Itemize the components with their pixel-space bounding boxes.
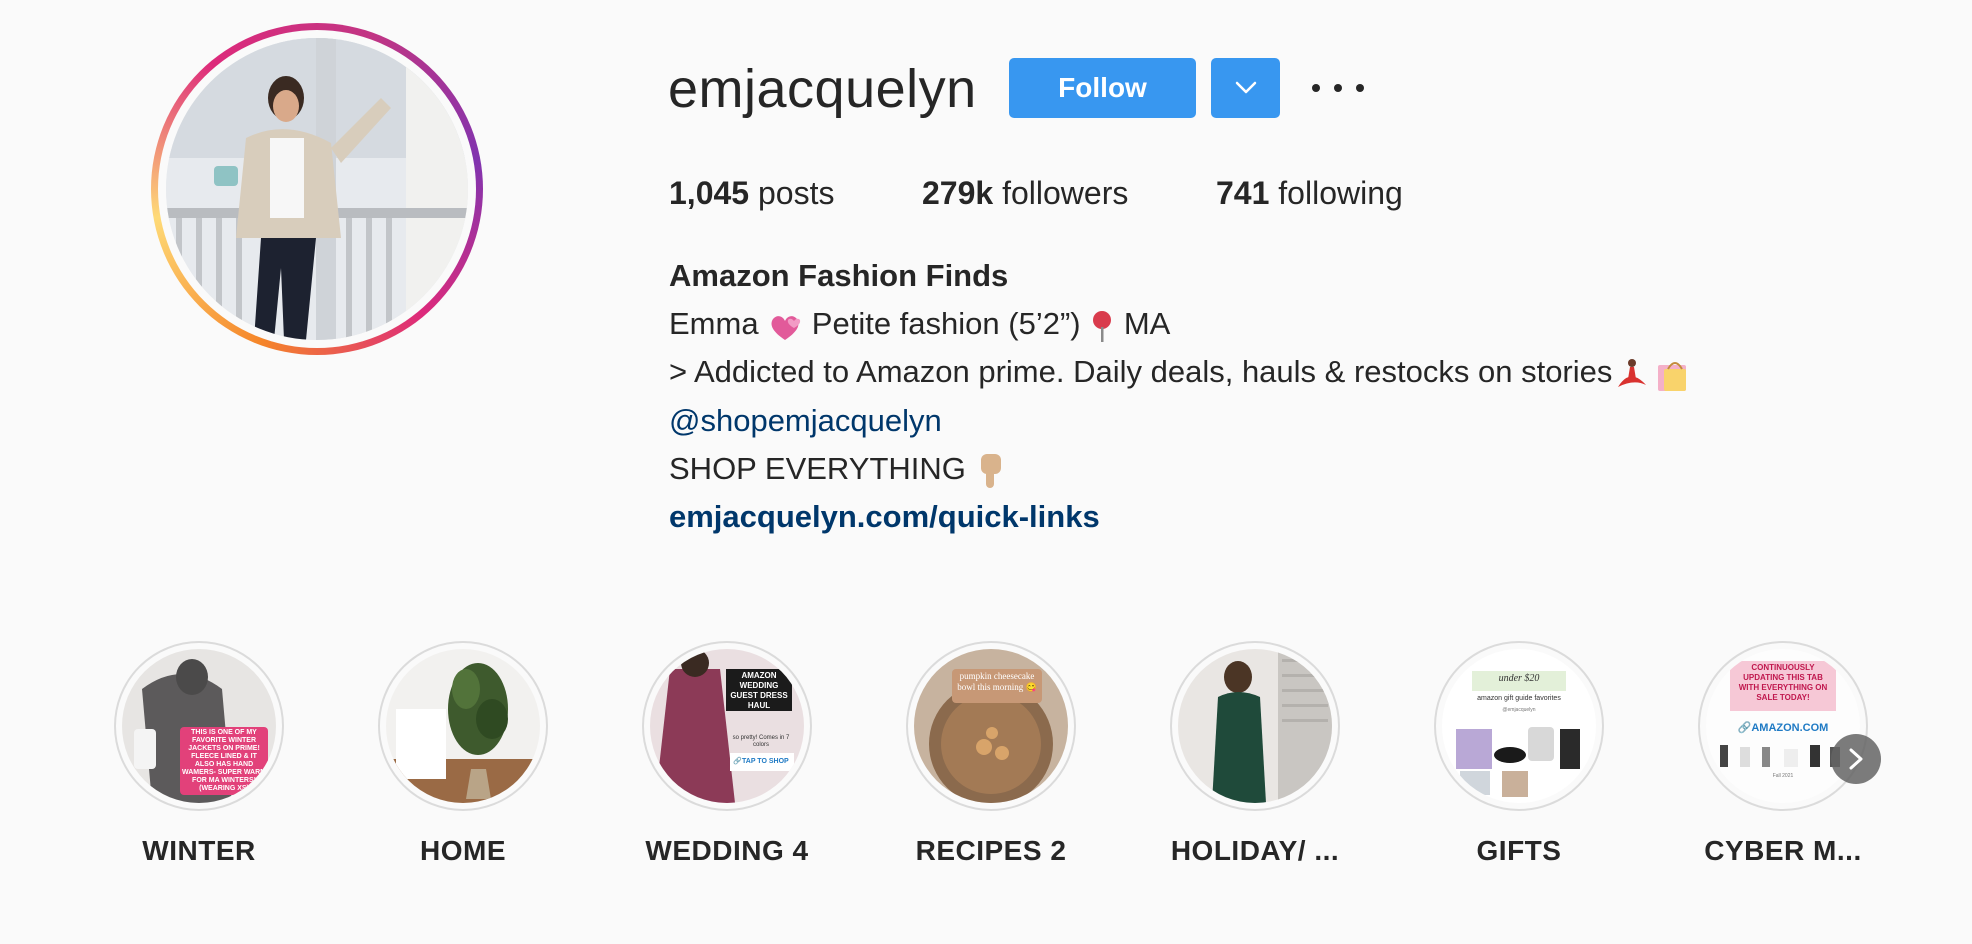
following-count: 741 [1216,175,1270,211]
highlight-overlay-text: CONTINUOUSLY UPDATING THIS TAB WITH EVER… [1738,663,1828,702]
profile-avatar[interactable] [151,23,483,355]
following-label: following [1269,175,1403,211]
bio-line-1-b: Petite fashion (5’2”) [803,306,1090,341]
posts-stat: 1,045 posts [669,175,834,212]
highlight-cover: CONTINUOUSLY UPDATING THIS TAB WITH EVER… [1706,649,1860,803]
highlight-tap-label: 🔗TAP TO SHOP [733,758,789,765]
bio-website-link[interactable]: emjacquelyn.com/quick-links [669,499,1100,535]
highlight-label: WINTER [142,835,256,866]
highlight-label: HOLIDAY/ ... [1170,835,1340,866]
chevron-down-icon [1235,81,1256,94]
bio-line-1-a: Emma [669,306,768,341]
bio-line-1-c: MA [1115,306,1171,341]
highlight-overlay-text: AMAZON WEDDING GUEST DRESS HAUL [730,671,788,710]
highlight-overlay-text: under $20 [1498,673,1540,684]
followers-stat[interactable]: 279k followers [922,175,1128,212]
highlight-overlay-text: THIS IS ONE OF MY FAVORITE WINTER JACKET… [182,729,266,792]
followers-count: 279k [922,175,994,211]
highlight-tag-text: @emjacquelyn [1502,707,1536,713]
followers-label: followers [993,175,1129,211]
follow-button[interactable]: Follow [1009,58,1196,118]
highlight-overlay-subtext: so pretty! Comes in 7 colors [732,735,790,748]
pointing-down-icon [980,453,1001,488]
highlight-link-text: 🔗AMAZON.COM [1737,722,1829,734]
highlight-cover: AMAZON WEDDING GUEST DRESS HAUL so prett… [650,649,804,803]
more-options-button[interactable] [1312,70,1364,106]
following-stat[interactable]: 741 following [1216,175,1403,212]
highlight-cover [1178,649,1332,803]
profile-username: emjacquelyn [668,59,977,119]
two-hearts-icon [771,315,801,340]
bio-shop-text: SHOP EVERYTHING [669,451,975,486]
dot-icon [1356,84,1364,92]
bio-mention-link[interactable]: @shopemjacquelyn [669,403,942,439]
suggested-accounts-button[interactable] [1211,58,1280,118]
shopping-bags-icon [1658,361,1687,391]
profile-page: emjacquelyn Follow 1,045 posts 279k foll… [0,0,1972,944]
dot-icon [1312,84,1320,92]
highlight-overlay-text: pumpkin cheesecake bowl this morning 😋 [957,671,1037,692]
dancer-icon [1618,358,1647,387]
highlight-label: HOME [420,835,506,866]
dot-icon [1334,84,1342,92]
bio-line-2: > Addicted to Amazon prime. Daily deals,… [669,354,1692,393]
bio-shop-line: SHOP EVERYTHING [669,451,1007,490]
highlight-cover: under $20 amazon gift guide favorites @e… [1442,649,1596,803]
bio-name: Amazon Fashion Finds [669,258,1009,293]
highlight-label: CYBER M... [1704,835,1862,866]
highlight-wedding-4[interactable]: AMAZON WEDDING GUEST DRESS HAUL so prett… [642,641,812,867]
highlight-overlay-subtext: Fall 2021 [1772,773,1794,779]
highlight-cover: THIS IS ONE OF MY FAVORITE WINTER JACKET… [122,649,276,803]
highlight-cover: pumpkin cheesecake bowl this morning 😋 [914,649,1068,803]
highlight-cover [386,649,540,803]
highlight-gifts[interactable]: under $20 amazon gift guide favorites @e… [1434,641,1604,867]
highlight-overlay-subtext: amazon gift guide favorites [1477,695,1561,702]
posts-label: posts [749,175,835,211]
bio-line-2-text: > Addicted to Amazon prime. Daily deals,… [669,354,1613,389]
highlight-label: RECIPES 2 [915,835,1067,866]
highlight-home[interactable]: HOME [378,641,548,867]
highlight-winter[interactable]: THIS IS ONE OF MY FAVORITE WINTER JACKET… [114,641,284,867]
posts-count: 1,045 [669,175,750,211]
highlights-next-button[interactable] [1831,734,1881,784]
chevron-right-icon [1849,748,1863,770]
highlight-holiday[interactable]: HOLIDAY/ ... [1170,641,1340,867]
highlight-label: GIFTS [1476,835,1562,866]
avatar-photo [166,38,468,340]
bio-line-1: Emma Petite fashion (5’2”) MA [669,306,1170,343]
highlight-recipes-2[interactable]: pumpkin cheesecake bowl this morning 😋 R… [906,641,1076,867]
highlight-label: WEDDING 4 [645,835,809,866]
pin-icon [1093,310,1112,342]
